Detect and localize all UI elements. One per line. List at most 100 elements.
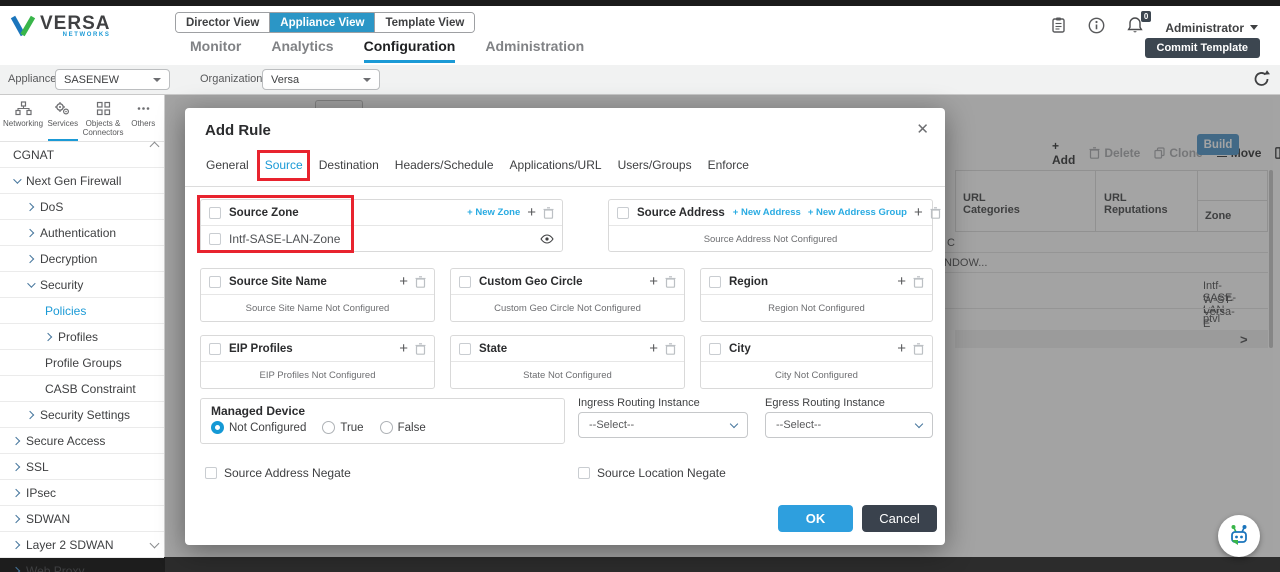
sidebar-item-ipsec[interactable]: IPsec (0, 480, 164, 507)
tasks-clipboard-icon[interactable] (1051, 16, 1066, 39)
sidebar-section-others[interactable]: Others (124, 99, 162, 141)
add-icon[interactable]: + (399, 274, 408, 289)
cancel-button[interactable]: Cancel (862, 505, 937, 532)
add-icon[interactable]: + (399, 341, 408, 356)
tab-administration[interactable]: Administration (485, 38, 584, 63)
chatbot-icon[interactable] (1218, 515, 1260, 557)
eye-icon[interactable] (540, 233, 554, 244)
tab-analytics[interactable]: Analytics (271, 38, 333, 63)
trash-icon[interactable] (930, 206, 941, 219)
source-zone-value: Intf-SASE-LAN-Zone (229, 231, 341, 246)
source-site-name-label: Source Site Name (229, 275, 327, 288)
sidebar-item-sdwan[interactable]: SDWAN (0, 506, 164, 533)
add-icon[interactable]: + (527, 205, 536, 220)
tab-monitor[interactable]: Monitor (190, 38, 241, 63)
tab-headers-schedule[interactable]: Headers/Schedule (394, 156, 495, 174)
sidebar-item-security-settings[interactable]: Security Settings (0, 402, 164, 429)
sidebar-item-secure-access[interactable]: Secure Access (0, 428, 164, 455)
add-icon[interactable]: + (897, 274, 906, 289)
new-address-group-link[interactable]: + New Address Group (808, 207, 907, 218)
user-menu[interactable]: Administrator (1165, 21, 1258, 35)
sidebar-item-profiles[interactable]: Profiles (0, 324, 164, 351)
trash-icon[interactable] (913, 342, 924, 355)
notifications-bell-icon[interactable]: 0 (1127, 11, 1152, 39)
trash-icon[interactable] (415, 342, 426, 355)
custom-geo-circle-checkbox[interactable] (459, 275, 471, 288)
radio-false[interactable]: False (379, 421, 426, 434)
radio-not-configured[interactable]: Not Configured (211, 421, 306, 434)
tab-destination[interactable]: Destination (318, 156, 380, 174)
city-checkbox[interactable] (709, 342, 721, 355)
source-address-negate-checkbox[interactable] (205, 467, 217, 479)
source-zone-select-all-checkbox[interactable] (209, 206, 221, 219)
template-view-button[interactable]: Template View (375, 13, 475, 32)
sidebar-item-next-gen-firewall[interactable]: Next Gen Firewall (0, 168, 164, 195)
ingress-routing-select[interactable]: --Select-- (578, 412, 748, 438)
radio-true[interactable]: True (322, 421, 364, 434)
tab-applications-url[interactable]: Applications/URL (509, 156, 603, 174)
tab-general[interactable]: General (205, 156, 250, 174)
source-zone-row[interactable]: Intf-SASE-LAN-Zone (201, 226, 562, 251)
add-icon[interactable]: + (914, 205, 923, 220)
tab-configuration[interactable]: Configuration (363, 38, 456, 63)
tab-enforce[interactable]: Enforce (707, 156, 750, 174)
sidebar-section-services[interactable]: Services (44, 99, 82, 142)
sidebar-item-profile-groups[interactable]: Profile Groups (0, 350, 164, 377)
close-icon[interactable]: ✕ (916, 120, 929, 138)
chevron-down-icon (363, 77, 371, 82)
tab-users-groups[interactable]: Users/Groups (617, 156, 693, 174)
sidebar-item-layer2-sdwan[interactable]: Layer 2 SDWAN (0, 532, 164, 559)
source-site-name-checkbox[interactable] (209, 275, 221, 288)
trash-icon[interactable] (913, 275, 924, 288)
new-zone-link[interactable]: + New Zone (467, 207, 520, 218)
refresh-icon[interactable] (1253, 69, 1271, 94)
sidebar-item-authentication[interactable]: Authentication (0, 220, 164, 247)
tab-source[interactable]: Source (256, 150, 310, 181)
region-empty-text: Region Not Configured (768, 302, 865, 314)
sidebar-item-dos[interactable]: DoS (0, 194, 164, 221)
trash-icon[interactable] (415, 275, 426, 288)
sidebar-section-networking[interactable]: Networking (2, 99, 44, 141)
sidebar-item-web-proxy[interactable]: Web Proxy (0, 558, 164, 572)
source-zone-row-checkbox[interactable] (209, 232, 221, 245)
source-address-select-all-checkbox[interactable] (617, 206, 629, 219)
sidebar-section-objects-connectors[interactable]: Objects & Connectors (82, 99, 125, 141)
sidebar-item-ssl[interactable]: SSL (0, 454, 164, 481)
eip-profiles-empty-text: EIP Profiles Not Configured (259, 369, 376, 381)
radio-icon (379, 421, 393, 434)
region-checkbox[interactable] (709, 275, 721, 288)
trash-icon[interactable] (665, 342, 676, 355)
source-address-negate[interactable]: Source Address Negate (205, 466, 351, 480)
new-address-link[interactable]: + New Address (733, 207, 801, 218)
commit-template-button[interactable]: Commit Template (1144, 38, 1260, 58)
source-location-negate-checkbox[interactable] (578, 467, 590, 479)
state-checkbox[interactable] (459, 342, 471, 355)
trash-icon[interactable] (665, 275, 676, 288)
egress-routing-select[interactable]: --Select-- (765, 412, 933, 438)
main-nav: Monitor Analytics Configuration Administ… (190, 38, 584, 63)
info-icon[interactable] (1088, 17, 1105, 39)
sidebar-item-casb-constraint[interactable]: CASB Constraint (0, 376, 164, 403)
add-icon[interactable]: + (649, 274, 658, 289)
director-view-button[interactable]: Director View (176, 13, 271, 32)
sidebar-item-policies[interactable]: Policies (0, 298, 164, 325)
add-icon[interactable]: + (649, 341, 658, 356)
ok-button[interactable]: OK (778, 505, 853, 532)
eip-profiles-checkbox[interactable] (209, 342, 221, 355)
sidebar-item-security[interactable]: Security (0, 272, 164, 299)
organization-select[interactable]: Versa (262, 69, 380, 90)
chevron-right-icon (11, 514, 21, 524)
sidebar-item-cgnat[interactable]: CGNAT (0, 142, 164, 169)
appliance-view-button[interactable]: Appliance View (270, 13, 376, 32)
add-icon[interactable]: + (897, 341, 906, 356)
chevron-right-icon (11, 488, 21, 498)
appliance-label: Appliance (8, 73, 57, 85)
sidebar-item-decryption[interactable]: Decryption (0, 246, 164, 273)
sidebar-tree: CGNAT Next Gen Firewall DoS Authenticati… (0, 141, 164, 572)
ingress-routing-value: --Select-- (589, 419, 635, 431)
trash-icon[interactable] (543, 206, 554, 219)
chevron-right-icon (25, 410, 35, 420)
appliance-select[interactable]: SASENEW (55, 69, 170, 90)
source-location-negate[interactable]: Source Location Negate (578, 466, 726, 480)
organization-label: Organization (200, 73, 263, 85)
